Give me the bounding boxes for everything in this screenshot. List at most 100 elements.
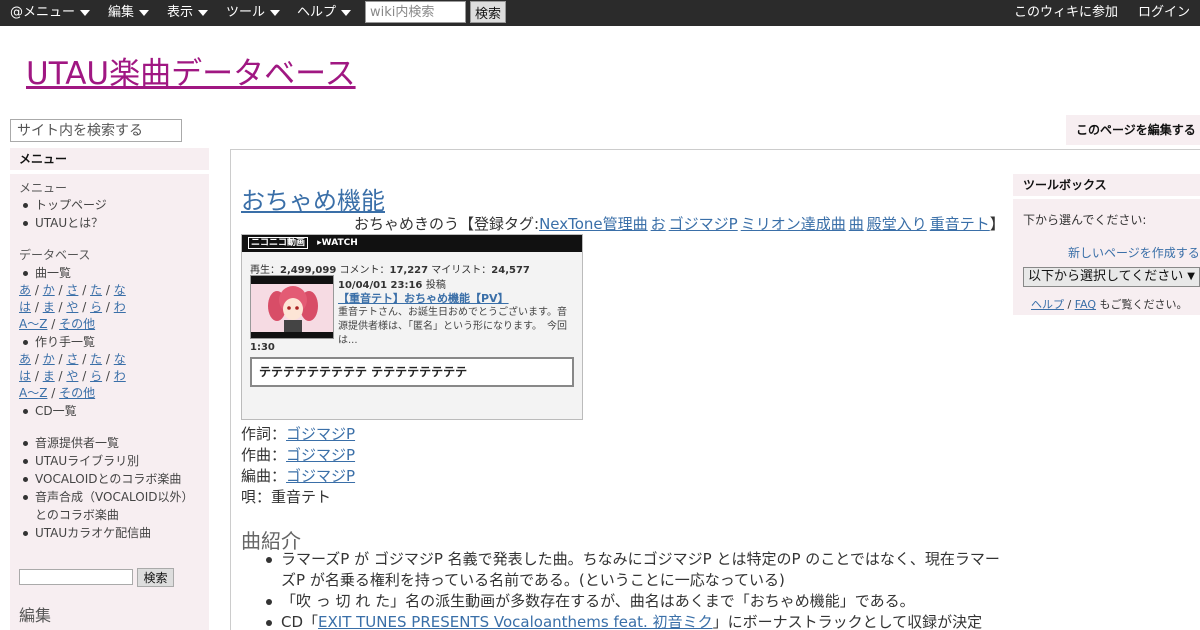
sidebar-item-label: トップページ bbox=[35, 198, 107, 212]
creator-kana-row-3: A～Z / その他 bbox=[19, 386, 96, 400]
kana-link[interactable]: A～Z bbox=[19, 386, 47, 400]
bullet-icon bbox=[23, 409, 28, 414]
wiki-search-input[interactable] bbox=[365, 1, 466, 23]
edit-label: 編集 bbox=[108, 5, 135, 20]
kana-link[interactable]: か bbox=[43, 352, 55, 366]
tag-link[interactable]: NexTone管理曲 bbox=[539, 215, 648, 233]
sidebar-item-by-library[interactable]: UTAUライブラリ別 bbox=[23, 452, 139, 469]
sidebar-item-about[interactable]: UTAUとは？ bbox=[23, 214, 103, 231]
kana-link[interactable]: わ bbox=[114, 300, 126, 314]
kana-link[interactable]: わ bbox=[114, 369, 126, 383]
composer-credit: 作曲：ゴジマジP bbox=[241, 444, 355, 465]
list-item: ラマーズP が ゴジマジP 名義で発表した曲。ちなみにゴジマジP とは特定のP … bbox=[263, 549, 1008, 591]
site-title[interactable]: UTAU楽曲データベース bbox=[26, 48, 356, 93]
lyrics-label: 作詞： bbox=[241, 425, 287, 443]
tag-link[interactable]: お bbox=[651, 215, 666, 233]
tools-dropdown[interactable]: ツール bbox=[226, 0, 281, 26]
vocal-label: 唄： bbox=[241, 488, 272, 506]
kana-link[interactable]: や bbox=[66, 300, 78, 314]
kana-link[interactable]: あ bbox=[19, 352, 31, 366]
bullet-icon bbox=[23, 271, 28, 276]
comments-count: 17,227 bbox=[389, 265, 429, 276]
video-thumbnail[interactable] bbox=[250, 275, 334, 339]
bullet-icon bbox=[23, 221, 28, 226]
tag-link[interactable]: 殿堂入り bbox=[867, 215, 927, 233]
sidebar-item-top[interactable]: トップページ bbox=[23, 196, 107, 213]
kana-link[interactable]: ま bbox=[43, 300, 55, 314]
kana-link[interactable]: その他 bbox=[59, 317, 95, 331]
chevron-down-icon bbox=[80, 9, 91, 16]
edit-dropdown[interactable]: 編集 bbox=[108, 0, 150, 26]
sidebar-item-songs[interactable]: 曲一覧 bbox=[23, 264, 71, 281]
sidebar-item-voicebanks[interactable]: 音源提供者一覧 bbox=[23, 434, 119, 451]
tag-line: おちゃめきのう【登録タグ:NexTone管理曲おゴジマジP ミリオン達成曲曲殿堂入… bbox=[354, 213, 1005, 234]
help-dropdown[interactable]: ヘルプ bbox=[297, 0, 352, 26]
help-link[interactable]: ヘルプ bbox=[1031, 298, 1064, 311]
bullet-icon bbox=[23, 495, 28, 500]
view-label: 表示 bbox=[167, 5, 194, 20]
wiki-search-button[interactable]: 検索 bbox=[470, 1, 506, 23]
list-item: CD「EXIT TUNES PRESENTS Vocaloanthems fea… bbox=[263, 612, 1008, 630]
tag-link[interactable]: ミリオン達成曲 bbox=[741, 215, 846, 233]
tag-link[interactable]: ゴジマジP bbox=[669, 215, 738, 233]
sidebar-item-synth-collab-cont[interactable]: とのコラボ楽曲 bbox=[35, 506, 119, 523]
kana-link[interactable]: な bbox=[114, 352, 126, 366]
kana-link[interactable]: た bbox=[90, 283, 102, 297]
kana-link[interactable]: は bbox=[19, 300, 31, 314]
edit-section-heading: 編集 bbox=[19, 606, 52, 625]
nico-stats: 再生：2,499,099 コメント：17,227 マイリスト：24,577 bbox=[250, 261, 530, 276]
sidebar-item-cds[interactable]: CD一覧 bbox=[23, 402, 77, 419]
nico-logo: ニコニコ動画 bbox=[248, 237, 309, 249]
sidebar-item-vocaloid-collab[interactable]: VOCALOIDとのコラボ楽曲 bbox=[23, 470, 181, 487]
help-line: ヘルプ / FAQ もご覧ください。 bbox=[1031, 298, 1188, 311]
sidebar-item-creators[interactable]: 作り手一覧 bbox=[23, 333, 95, 350]
menu-label: @メニュー bbox=[10, 5, 76, 20]
sidebar-search-button[interactable]: 検索 bbox=[137, 568, 174, 587]
toolbox-heading: ツールボックス bbox=[1013, 174, 1200, 196]
edit-page-button[interactable]: このページを編集する bbox=[1066, 115, 1200, 145]
bullet-icon bbox=[23, 203, 28, 208]
login-link[interactable]: ログイン bbox=[1138, 0, 1190, 26]
faq-link[interactable]: FAQ bbox=[1075, 298, 1096, 311]
kana-link[interactable]: ら bbox=[90, 300, 102, 314]
lyrics-credit: 作詞：ゴジマジP bbox=[241, 423, 355, 444]
kana-link[interactable]: は bbox=[19, 369, 31, 383]
view-dropdown[interactable]: 表示 bbox=[167, 0, 209, 26]
page-title[interactable]: おちゃめ機能 bbox=[241, 181, 385, 216]
video-title-link[interactable]: 【重音テト】おちゃめ機能【PV】 bbox=[338, 290, 509, 306]
kana-link[interactable]: た bbox=[90, 352, 102, 366]
sidebar-item-synth-collab[interactable]: 音声合成（VOCALOID以外） bbox=[23, 488, 194, 505]
kana-link[interactable]: ら bbox=[90, 369, 102, 383]
lyricist-link[interactable]: ゴジマジP bbox=[286, 425, 355, 443]
select-value: 以下から選択してください bbox=[1028, 269, 1184, 284]
tag-link[interactable]: 曲 bbox=[849, 215, 864, 233]
tag-link[interactable]: 重音テト bbox=[930, 215, 990, 233]
kana-link[interactable]: あ bbox=[19, 283, 31, 297]
arranger-label: 編曲： bbox=[241, 467, 287, 485]
join-wiki-link[interactable]: このウィキに参加 bbox=[1014, 0, 1118, 26]
kana-link[interactable]: その他 bbox=[59, 386, 95, 400]
chevron-down-icon bbox=[341, 9, 352, 16]
sidebar-item-label: 音源提供者一覧 bbox=[35, 436, 120, 450]
kana-link[interactable]: さ bbox=[66, 352, 78, 366]
composer-link[interactable]: ゴジマジP bbox=[286, 446, 355, 464]
arranger-link[interactable]: ゴジマジP bbox=[286, 467, 355, 485]
kana-link[interactable]: さ bbox=[66, 283, 78, 297]
chevron-down-icon bbox=[139, 9, 150, 16]
kana-link[interactable]: か bbox=[43, 283, 55, 297]
site-search-input[interactable] bbox=[10, 119, 182, 142]
toolbox-select[interactable]: 以下から選択してください ▼ bbox=[1023, 267, 1200, 287]
kana-link[interactable]: な bbox=[114, 283, 126, 297]
song-kana-row-3: A～Z / その他 bbox=[19, 317, 96, 331]
menu-section-label: メニュー bbox=[19, 181, 68, 195]
reading-text: おちゃめきのう【登録タグ: bbox=[354, 215, 540, 233]
kana-link[interactable]: や bbox=[66, 369, 78, 383]
kana-link[interactable]: A～Z bbox=[19, 317, 47, 331]
sidebar-item-karaoke[interactable]: UTAUカラオケ配信曲 bbox=[23, 524, 151, 541]
cd-link[interactable]: EXIT TUNES PRESENTS Vocaloanthems feat. … bbox=[318, 613, 713, 630]
new-page-link[interactable]: 新しいページを作成する bbox=[1068, 244, 1200, 261]
menu-dropdown[interactable]: @メニュー bbox=[10, 0, 91, 26]
nicovideo-embed[interactable]: ニコニコ動画 ▸WATCH 再生：2,499,099 コメント：17,227 マ… bbox=[241, 234, 583, 420]
kana-link[interactable]: ま bbox=[43, 369, 55, 383]
sidebar-search-input[interactable] bbox=[19, 569, 133, 585]
